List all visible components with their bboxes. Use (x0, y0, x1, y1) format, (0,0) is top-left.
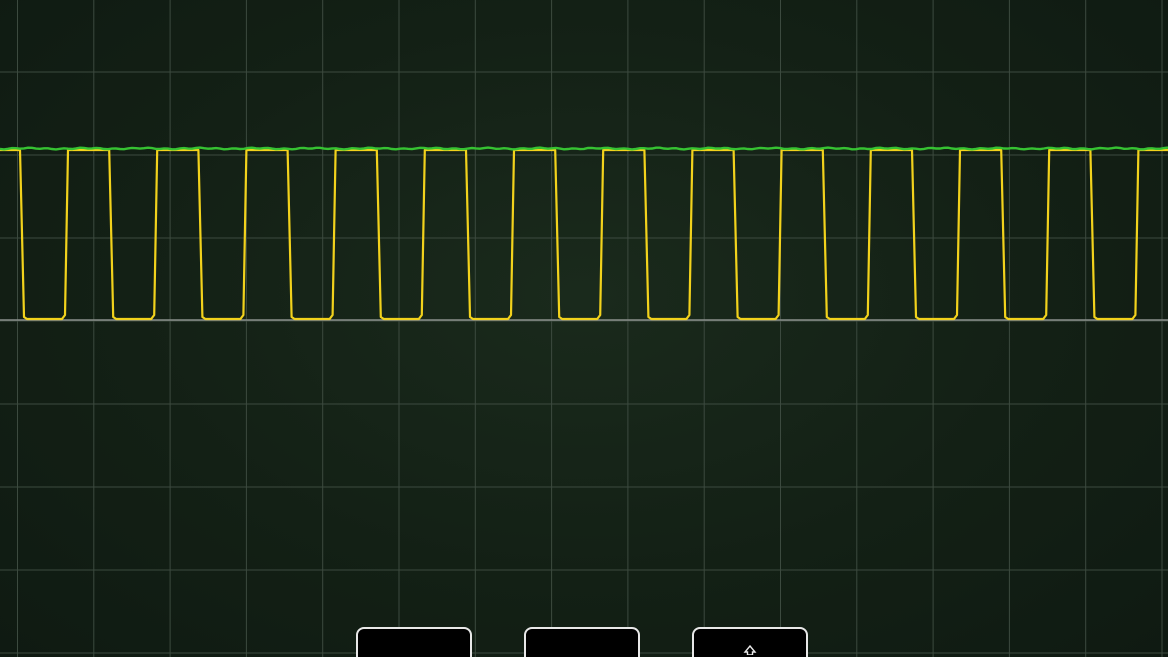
soft-key-2-button[interactable] (524, 627, 640, 657)
waveform-display (0, 0, 1168, 657)
soft-key-3-button[interactable] (692, 627, 808, 657)
graticule-grid (0, 0, 1168, 657)
oscilloscope-screen (0, 0, 1168, 657)
channel-2-trace (0, 146, 1168, 151)
soft-key-1-button[interactable] (356, 627, 472, 657)
arrow-up-icon (743, 645, 757, 655)
channel-1-trace (0, 148, 1168, 321)
